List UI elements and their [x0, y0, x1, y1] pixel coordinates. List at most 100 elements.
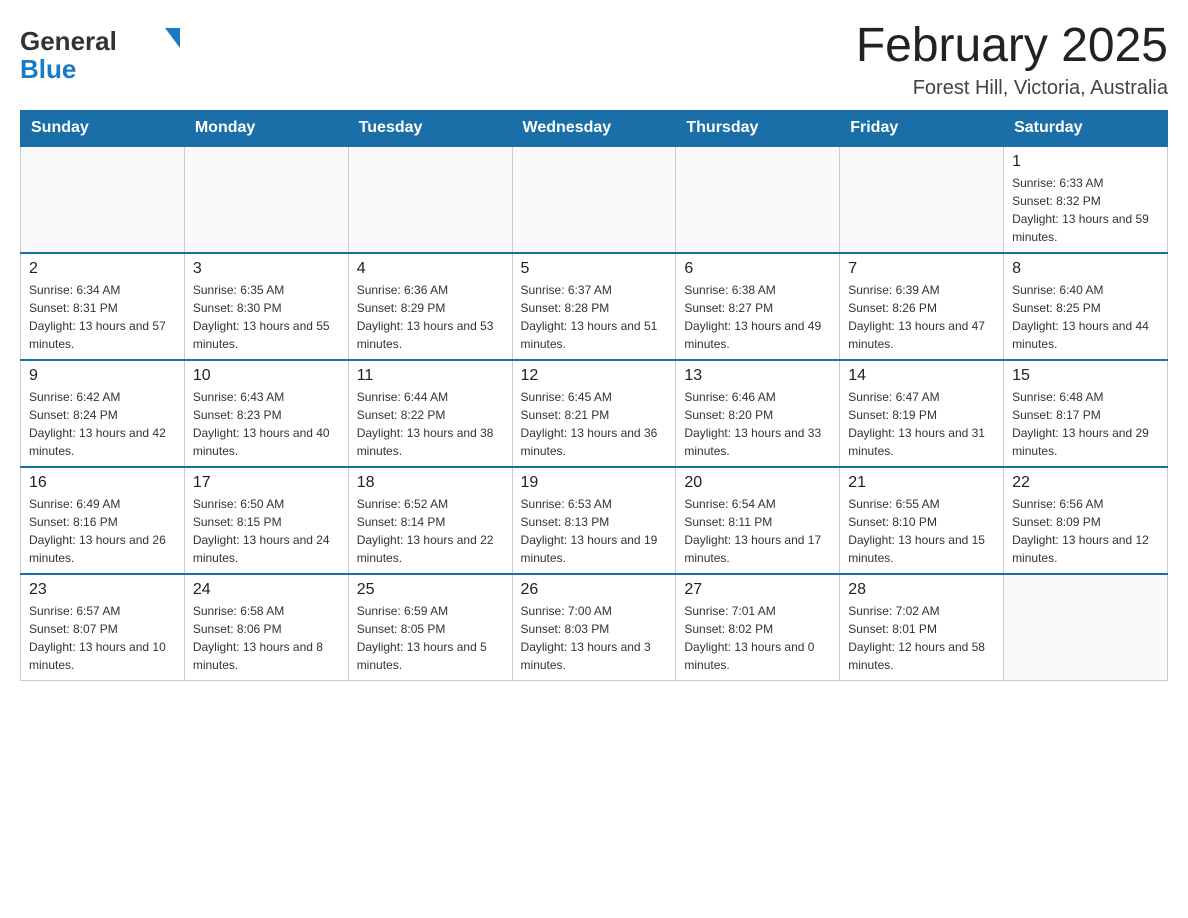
calendar-cell: 9Sunrise: 6:42 AM Sunset: 8:24 PM Daylig… [21, 360, 185, 467]
calendar-table: Sunday Monday Tuesday Wednesday Thursday… [20, 110, 1168, 681]
calendar-cell [840, 146, 1004, 253]
day-info: Sunrise: 7:01 AM Sunset: 8:02 PM Dayligh… [684, 602, 831, 674]
day-info: Sunrise: 6:43 AM Sunset: 8:23 PM Dayligh… [193, 388, 340, 460]
calendar-cell: 24 Sunrise: 6:58 AM Sunset: 8:06 PM Dayli… [184, 574, 348, 681]
day-info: Sunrise: 6:36 AM Sunset: 8:29 PM Dayligh… [357, 281, 504, 353]
day-info: Sunrise: 6:35 AM Sunset: 8:30 PM Dayligh… [193, 281, 340, 353]
calendar-cell: 6 Sunrise: 6:38 AM Sunset: 8:27 PM Daylig… [676, 253, 840, 360]
title-block: February 2025 Forest Hill, Victoria, Aus… [856, 20, 1168, 100]
calendar-week-row: 1 Sunrise: 6:33 AM Sunset: 8:32 PM Daylig… [21, 146, 1168, 253]
calendar-cell: 23 Sunrise: 6:57 AM Sunset: 8:07 PM Dayli… [21, 574, 185, 681]
day-number: 24 [193, 581, 340, 599]
calendar-cell: 25 Sunrise: 6:59 AM Sunset: 8:05 PM Dayli… [348, 574, 512, 681]
col-saturday: Saturday [1004, 110, 1168, 146]
day-info: Sunrise: 6:47 AM Sunset: 8:19 PM Dayligh… [848, 388, 995, 460]
day-number: 26 [521, 581, 668, 599]
calendar-week-row: 16 Sunrise: 6:49 AM Sunset: 8:16 PM Dayli… [21, 467, 1168, 574]
day-info: Sunrise: 6:52 AM Sunset: 8:14 PM Dayligh… [357, 495, 504, 567]
col-thursday: Thursday [676, 110, 840, 146]
svg-text:General: General [20, 26, 117, 56]
day-number: 20 [684, 474, 831, 492]
calendar-cell: 21 Sunrise: 6:55 AM Sunset: 8:10 PM Dayli… [840, 467, 1004, 574]
calendar-week-row: 2 Sunrise: 6:34 AM Sunset: 8:31 PM Daylig… [21, 253, 1168, 360]
day-number: 9 [29, 367, 176, 385]
day-info: Sunrise: 6:57 AM Sunset: 8:07 PM Dayligh… [29, 602, 176, 674]
calendar-cell: 3 Sunrise: 6:35 AM Sunset: 8:30 PM Daylig… [184, 253, 348, 360]
calendar-week-row: 9Sunrise: 6:42 AM Sunset: 8:24 PM Daylig… [21, 360, 1168, 467]
day-number: 15 [1012, 367, 1159, 385]
day-number: 2 [29, 260, 176, 278]
calendar-week-row: 23 Sunrise: 6:57 AM Sunset: 8:07 PM Dayli… [21, 574, 1168, 681]
calendar-cell [348, 146, 512, 253]
day-number: 25 [357, 581, 504, 599]
calendar-cell: 10 Sunrise: 6:43 AM Sunset: 8:23 PM Dayli… [184, 360, 348, 467]
day-info: Sunrise: 7:02 AM Sunset: 8:01 PM Dayligh… [848, 602, 995, 674]
day-info: Sunrise: 6:50 AM Sunset: 8:15 PM Dayligh… [193, 495, 340, 567]
day-info: Sunrise: 6:49 AM Sunset: 8:16 PM Dayligh… [29, 495, 176, 567]
svg-text:Blue: Blue [20, 54, 76, 84]
day-number: 14 [848, 367, 995, 385]
col-friday: Friday [840, 110, 1004, 146]
calendar-cell: 12 Sunrise: 6:45 AM Sunset: 8:21 PM Dayli… [512, 360, 676, 467]
calendar-cell [184, 146, 348, 253]
calendar-cell: 26 Sunrise: 7:00 AM Sunset: 8:03 PM Dayli… [512, 574, 676, 681]
day-info: Sunrise: 6:46 AM Sunset: 8:20 PM Dayligh… [684, 388, 831, 460]
day-number: 6 [684, 260, 831, 278]
day-number: 23 [29, 581, 176, 599]
day-number: 27 [684, 581, 831, 599]
day-info: Sunrise: 6:45 AM Sunset: 8:21 PM Dayligh… [521, 388, 668, 460]
calendar-cell [676, 146, 840, 253]
calendar-cell: 11Sunrise: 6:44 AM Sunset: 8:22 PM Dayli… [348, 360, 512, 467]
day-number: 13 [684, 367, 831, 385]
day-info: Sunrise: 6:38 AM Sunset: 8:27 PM Dayligh… [684, 281, 831, 353]
calendar-cell: 14 Sunrise: 6:47 AM Sunset: 8:19 PM Dayli… [840, 360, 1004, 467]
day-number: 12 [521, 367, 668, 385]
col-sunday: Sunday [21, 110, 185, 146]
calendar-cell: 2 Sunrise: 6:34 AM Sunset: 8:31 PM Daylig… [21, 253, 185, 360]
day-info: Sunrise: 6:54 AM Sunset: 8:11 PM Dayligh… [684, 495, 831, 567]
calendar-cell: 22 Sunrise: 6:56 AM Sunset: 8:09 PM Dayli… [1004, 467, 1168, 574]
day-info: Sunrise: 6:34 AM Sunset: 8:31 PM Dayligh… [29, 281, 176, 353]
calendar-cell: 7 Sunrise: 6:39 AM Sunset: 8:26 PM Daylig… [840, 253, 1004, 360]
col-wednesday: Wednesday [512, 110, 676, 146]
day-info: Sunrise: 6:39 AM Sunset: 8:26 PM Dayligh… [848, 281, 995, 353]
day-info: Sunrise: 6:56 AM Sunset: 8:09 PM Dayligh… [1012, 495, 1159, 567]
day-number: 11 [357, 367, 504, 385]
day-info: Sunrise: 6:58 AM Sunset: 8:06 PM Dayligh… [193, 602, 340, 674]
location: Forest Hill, Victoria, Australia [856, 77, 1168, 100]
day-number: 4 [357, 260, 504, 278]
day-info: Sunrise: 6:40 AM Sunset: 8:25 PM Dayligh… [1012, 281, 1159, 353]
calendar-cell: 20 Sunrise: 6:54 AM Sunset: 8:11 PM Dayli… [676, 467, 840, 574]
day-info: Sunrise: 6:37 AM Sunset: 8:28 PM Dayligh… [521, 281, 668, 353]
day-number: 10 [193, 367, 340, 385]
calendar-cell [1004, 574, 1168, 681]
calendar-cell: 5Sunrise: 6:37 AM Sunset: 8:28 PM Daylig… [512, 253, 676, 360]
calendar-cell: 17 Sunrise: 6:50 AM Sunset: 8:15 PM Dayli… [184, 467, 348, 574]
day-number: 8 [1012, 260, 1159, 278]
col-tuesday: Tuesday [348, 110, 512, 146]
calendar-cell [21, 146, 185, 253]
col-monday: Monday [184, 110, 348, 146]
calendar-cell: 4 Sunrise: 6:36 AM Sunset: 8:29 PM Daylig… [348, 253, 512, 360]
day-info: Sunrise: 7:00 AM Sunset: 8:03 PM Dayligh… [521, 602, 668, 674]
calendar-cell: 19Sunrise: 6:53 AM Sunset: 8:13 PM Dayli… [512, 467, 676, 574]
calendar-cell [512, 146, 676, 253]
day-number: 7 [848, 260, 995, 278]
day-info: Sunrise: 6:33 AM Sunset: 8:32 PM Dayligh… [1012, 174, 1159, 246]
day-number: 16 [29, 474, 176, 492]
day-number: 28 [848, 581, 995, 599]
day-number: 1 [1012, 153, 1159, 171]
day-number: 22 [1012, 474, 1159, 492]
day-number: 17 [193, 474, 340, 492]
day-info: Sunrise: 6:59 AM Sunset: 8:05 PM Dayligh… [357, 602, 504, 674]
day-number: 3 [193, 260, 340, 278]
calendar-cell: 28 Sunrise: 7:02 AM Sunset: 8:01 PM Dayli… [840, 574, 1004, 681]
calendar-cell: 13 Sunrise: 6:46 AM Sunset: 8:20 PM Dayli… [676, 360, 840, 467]
calendar-cell: 16 Sunrise: 6:49 AM Sunset: 8:16 PM Dayli… [21, 467, 185, 574]
day-number: 21 [848, 474, 995, 492]
calendar-cell: 8 Sunrise: 6:40 AM Sunset: 8:25 PM Daylig… [1004, 253, 1168, 360]
day-info: Sunrise: 6:55 AM Sunset: 8:10 PM Dayligh… [848, 495, 995, 567]
page-header: General Blue February 2025 Forest Hill, … [20, 20, 1168, 100]
month-title: February 2025 [856, 20, 1168, 73]
day-number: 19 [521, 474, 668, 492]
